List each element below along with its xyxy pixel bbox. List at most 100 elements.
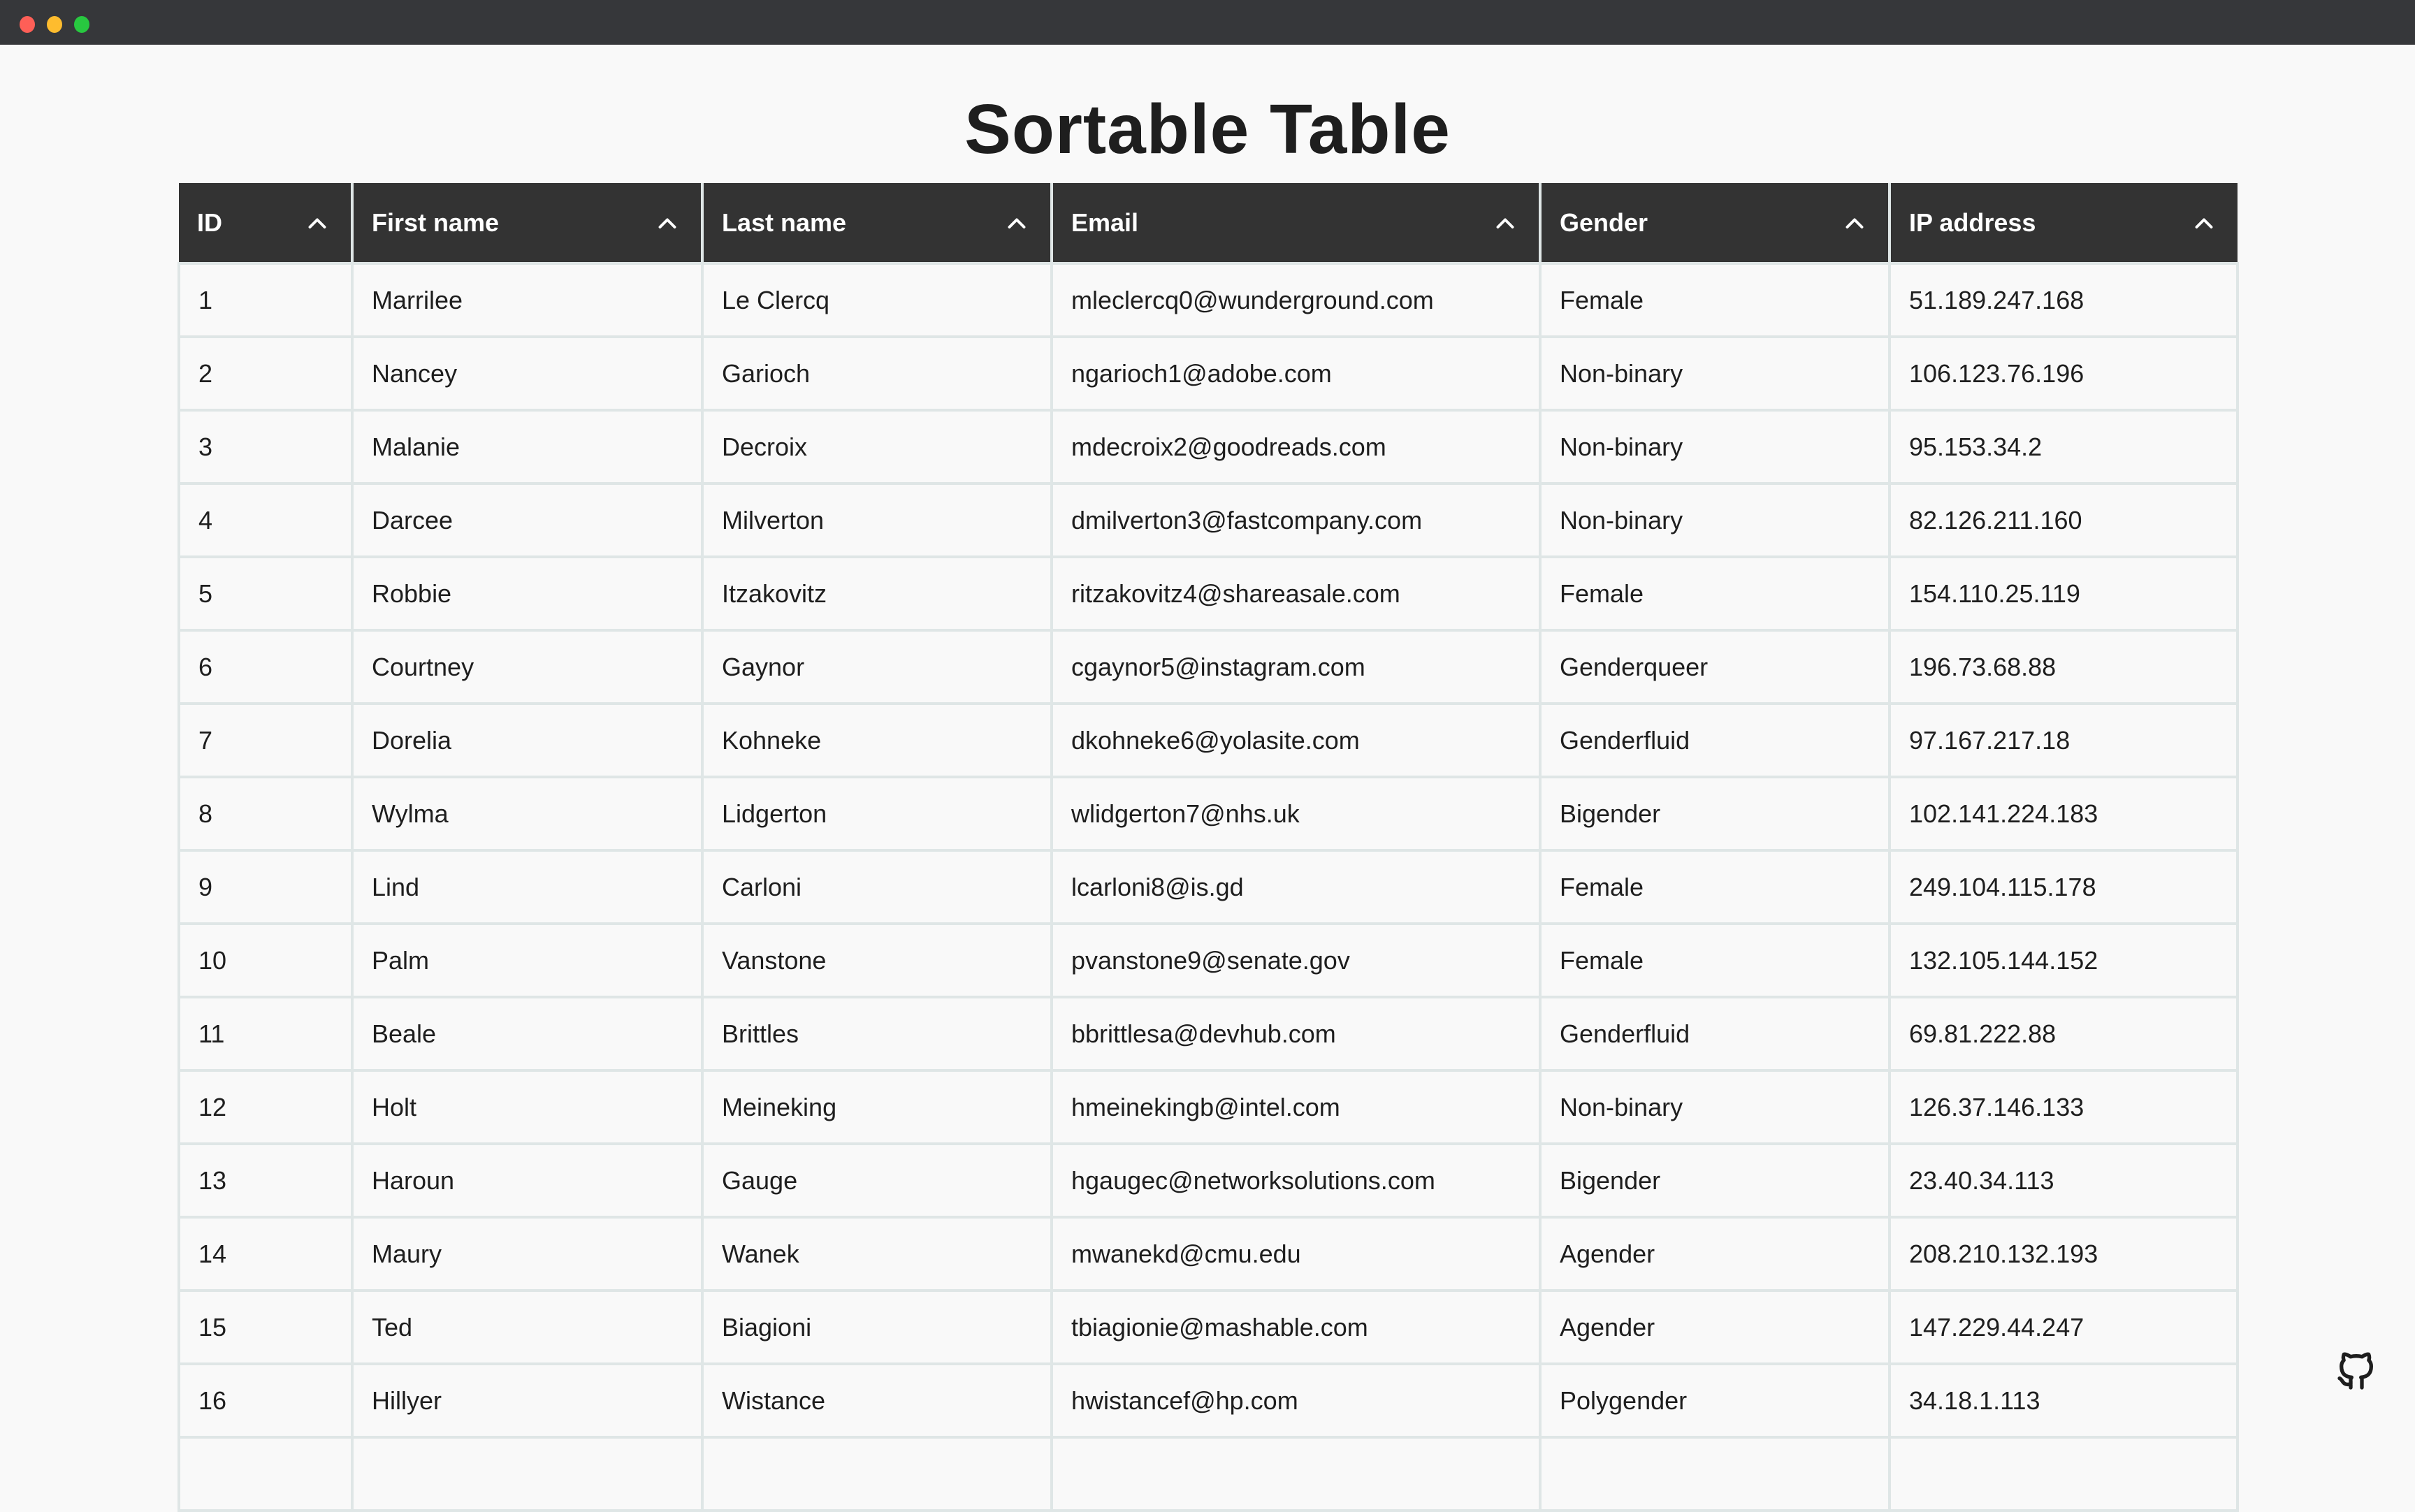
cell-last-name: Garioch — [701, 335, 1053, 412]
table-row: 15 Ted Biagioni tbiagionie@mashable.com Agen… — [177, 1289, 2239, 1365]
table-row: 6 Courtney Gaynor cgaynor5@instagram.com Gen… — [177, 629, 2239, 705]
cell-ip-address: 102.141.224.183 — [1888, 776, 2239, 852]
cell-id: 11 — [177, 996, 354, 1072]
cell-last-name: Decroix — [701, 409, 1053, 485]
empty-cell — [351, 1436, 704, 1512]
cell-last-name: Brittles — [701, 996, 1053, 1072]
cell-id: 8 — [177, 776, 354, 852]
cell-id: 7 — [177, 702, 354, 778]
sort-ascending-icon[interactable] — [1004, 210, 1029, 235]
empty-cell — [1050, 1436, 1542, 1512]
table-row: 1 Marrilee Le Clercq mleclercq0@wundergroun… — [177, 262, 2239, 338]
cell-gender: Agender — [1539, 1289, 1891, 1365]
column-header-last-name[interactable]: Last name — [701, 183, 1053, 265]
cell-ip-address: 208.210.132.193 — [1888, 1216, 2239, 1292]
cell-first-name: Robbie — [351, 555, 704, 632]
cell-first-name: Palm — [351, 922, 704, 998]
table-row-partial — [177, 1436, 2239, 1512]
column-header-first-name[interactable]: First name — [351, 183, 704, 265]
minimize-window-button[interactable] — [47, 16, 62, 33]
cell-ip-address: 95.153.34.2 — [1888, 409, 2239, 485]
sort-ascending-icon[interactable] — [1842, 210, 1867, 235]
cell-email: ngarioch1@adobe.com — [1050, 335, 1542, 412]
cell-first-name: Dorelia — [351, 702, 704, 778]
cell-email: dkohneke6@yolasite.com — [1050, 702, 1542, 778]
table-row: 16 Hillyer Wistance hwistancef@hp.com Polyge… — [177, 1362, 2239, 1439]
cell-last-name: Kohneke — [701, 702, 1053, 778]
table-row: 14 Maury Wanek mwanekd@cmu.edu Agender 208.21… — [177, 1216, 2239, 1292]
cell-ip-address: 23.40.34.113 — [1888, 1142, 2239, 1219]
sortable-table: ID First name Last name Email Gender IP addre… — [177, 183, 2239, 1512]
cell-gender: Non-binary — [1539, 1069, 1891, 1145]
column-header-email[interactable]: Email — [1050, 183, 1542, 265]
cell-email: wlidgerton7@nhs.uk — [1050, 776, 1542, 852]
column-header-label: Last name — [722, 208, 847, 237]
table-row: 3 Malanie Decroix mdecroix2@goodreads.com No… — [177, 409, 2239, 485]
table-row: 7 Dorelia Kohneke dkohneke6@yolasite.com Gen… — [177, 702, 2239, 778]
column-header-label: IP address — [1909, 208, 2036, 237]
table-row: 8 Wylma Lidgerton wlidgerton7@nhs.uk Bigende… — [177, 776, 2239, 852]
github-link[interactable] — [2334, 1349, 2379, 1393]
sort-ascending-icon[interactable] — [305, 210, 330, 235]
cell-ip-address: 147.229.44.247 — [1888, 1289, 2239, 1365]
maximize-window-button[interactable] — [74, 16, 89, 33]
cell-gender: Non-binary — [1539, 409, 1891, 485]
cell-first-name: Wylma — [351, 776, 704, 852]
cell-gender: Polygender — [1539, 1362, 1891, 1439]
cell-id: 14 — [177, 1216, 354, 1292]
cell-id: 10 — [177, 922, 354, 998]
cell-email: hmeinekingb@intel.com — [1050, 1069, 1542, 1145]
cell-ip-address: 97.167.217.18 — [1888, 702, 2239, 778]
cell-gender: Non-binary — [1539, 335, 1891, 412]
cell-first-name: Beale — [351, 996, 704, 1072]
cell-gender: Female — [1539, 262, 1891, 338]
cell-email: tbiagionie@mashable.com — [1050, 1289, 1542, 1365]
column-header-id[interactable]: ID — [179, 183, 354, 265]
empty-cell — [701, 1436, 1053, 1512]
cell-last-name: Vanstone — [701, 922, 1053, 998]
cell-first-name: Nancey — [351, 335, 704, 412]
cell-last-name: Le Clercq — [701, 262, 1053, 338]
cell-ip-address: 69.81.222.88 — [1888, 996, 2239, 1072]
sort-ascending-icon[interactable] — [1493, 210, 1518, 235]
cell-last-name: Itzakovitz — [701, 555, 1053, 632]
cell-first-name: Malanie — [351, 409, 704, 485]
page-title: Sortable Table — [964, 90, 1451, 168]
empty-cell — [177, 1436, 354, 1512]
cell-email: mwanekd@cmu.edu — [1050, 1216, 1542, 1292]
column-header-gender[interactable]: Gender — [1539, 183, 1891, 265]
github-icon — [2337, 1352, 2373, 1390]
cell-ip-address: 106.123.76.196 — [1888, 335, 2239, 412]
cell-id: 6 — [177, 629, 354, 705]
column-header-label: ID — [197, 208, 222, 237]
cell-first-name: Lind — [351, 849, 704, 925]
table-header-row: ID First name Last name Email Gender IP addre… — [179, 183, 2238, 265]
cell-last-name: Carloni — [701, 849, 1053, 925]
cell-last-name: Gaynor — [701, 629, 1053, 705]
cell-gender: Genderfluid — [1539, 702, 1891, 778]
table-row: 4 Darcee Milverton dmilverton3@fastcompany.… — [177, 482, 2239, 558]
cell-id: 15 — [177, 1289, 354, 1365]
cell-email: ritzakovitz4@shareasale.com — [1050, 555, 1542, 632]
cell-gender: Genderfluid — [1539, 996, 1891, 1072]
table-row: 9 Lind Carloni lcarloni8@is.gd Female 249.104… — [177, 849, 2239, 925]
sort-ascending-icon[interactable] — [2191, 210, 2217, 235]
table-row: 11 Beale Brittles bbrittlesa@devhub.com Gend… — [177, 996, 2239, 1072]
column-header-ip-address[interactable]: IP address — [1888, 183, 2238, 265]
cell-id: 16 — [177, 1362, 354, 1439]
cell-id: 9 — [177, 849, 354, 925]
cell-last-name: Wistance — [701, 1362, 1053, 1439]
cell-gender: Female — [1539, 849, 1891, 925]
column-header-label: Gender — [1560, 208, 1648, 237]
close-window-button[interactable] — [20, 16, 35, 33]
cell-last-name: Meineking — [701, 1069, 1053, 1145]
cell-id: 2 — [177, 335, 354, 412]
window-titlebar — [0, 0, 2415, 45]
cell-last-name: Milverton — [701, 482, 1053, 558]
cell-ip-address: 196.73.68.88 — [1888, 629, 2239, 705]
sort-ascending-icon[interactable] — [655, 210, 680, 235]
cell-gender: Non-binary — [1539, 482, 1891, 558]
cell-last-name: Lidgerton — [701, 776, 1053, 852]
cell-gender: Female — [1539, 922, 1891, 998]
cell-first-name: Ted — [351, 1289, 704, 1365]
